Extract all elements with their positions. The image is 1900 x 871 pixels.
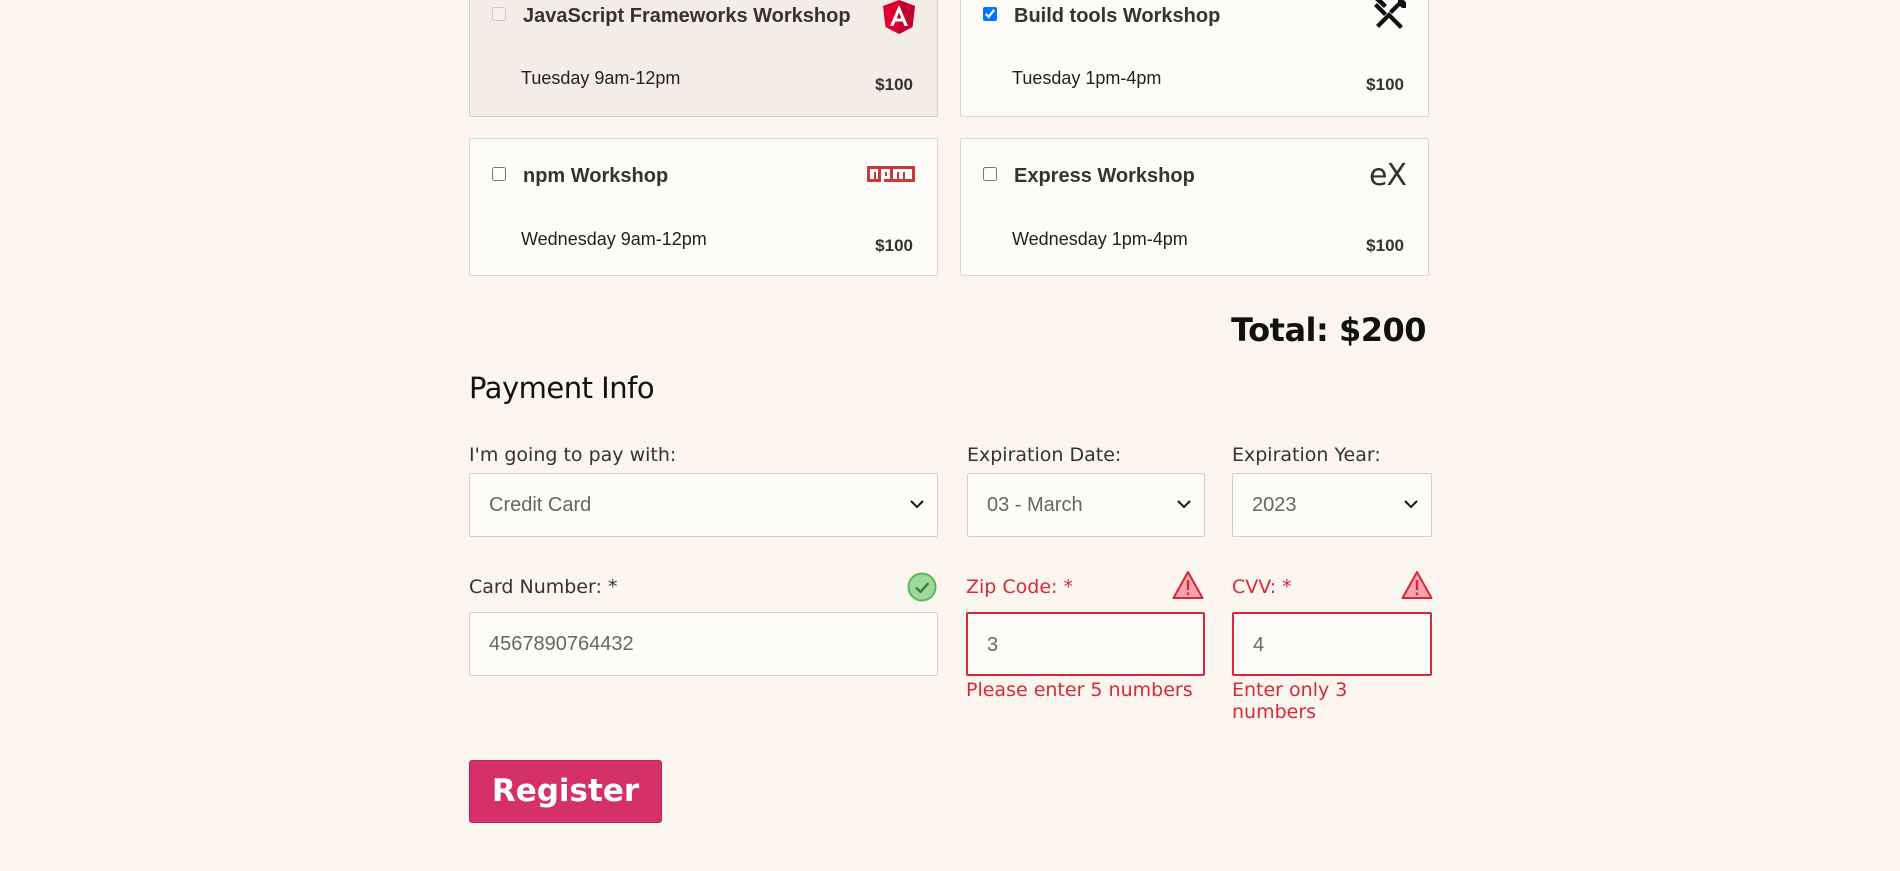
workshop-title: Build tools Workshop — [1014, 5, 1221, 27]
workshop-price: $100 — [875, 236, 913, 255]
chevron-down-icon — [1404, 500, 1418, 509]
workshop-price: $100 — [1366, 236, 1404, 255]
cvv-error: Enter only 3 numbers — [1232, 679, 1348, 723]
zip-code-error: Please enter 5 numbers — [966, 679, 1193, 701]
required-mark: * — [1063, 576, 1073, 598]
zip-code-label-text: Zip Code: — [966, 576, 1058, 598]
warning-icon — [1401, 570, 1433, 605]
zip-code-input[interactable]: 3 — [966, 612, 1205, 676]
workshop-card-express: Express Workshop eX Wednesday 1pm-4pm $1… — [960, 138, 1429, 276]
expiration-date-label: Expiration Date: — [967, 444, 1122, 466]
pay-with-label: I'm going to pay with: — [469, 444, 677, 466]
npm-icon — [867, 166, 915, 189]
cvv-value: 4 — [1253, 634, 1265, 656]
chevron-down-icon — [1177, 500, 1191, 509]
cvv-input[interactable]: 4 — [1232, 612, 1432, 676]
express-icon: eX — [1368, 158, 1407, 193]
expiration-date-select[interactable]: 03 - March — [967, 473, 1205, 537]
required-mark: * — [1282, 576, 1292, 598]
workshop-time: Tuesday 1pm-4pm — [1012, 68, 1162, 88]
zip-code-value: 3 — [987, 634, 999, 656]
workshop-card-js-frameworks: JavaScript Frameworks Workshop Tuesday 9… — [469, 0, 938, 117]
warning-icon — [1172, 570, 1204, 605]
workshop-title: Express Workshop — [1014, 165, 1195, 187]
payment-method-select[interactable]: Credit Card — [469, 473, 938, 537]
angular-icon — [883, 0, 915, 39]
card-number-input[interactable]: 4567890764432 — [469, 612, 938, 676]
payment-info-title: Payment Info — [469, 371, 655, 405]
workshop-checkbox-js-frameworks[interactable] — [492, 7, 506, 21]
workshop-title: JavaScript Frameworks Workshop — [523, 5, 851, 27]
workshop-list: JavaScript Frameworks Workshop Tuesday 9… — [469, 0, 1432, 280]
card-number-label: Card Number: * — [469, 576, 617, 598]
workshop-checkbox-build-tools[interactable] — [983, 7, 997, 21]
total-amount: Total: $200 — [1231, 311, 1426, 349]
payment-method-value: Credit Card — [489, 494, 592, 516]
register-button[interactable]: Register — [469, 760, 662, 823]
card-number-value: 4567890764432 — [489, 633, 634, 655]
build-tools-icon — [1374, 0, 1407, 35]
expiration-year-label: Expiration Year: — [1232, 444, 1381, 466]
zip-code-label: Zip Code: * — [966, 576, 1073, 598]
workshop-price: $100 — [1366, 75, 1404, 94]
check-circle-icon — [907, 572, 937, 607]
workshop-card-build-tools: Build tools Workshop Tuesday 1pm-4pm $10… — [960, 0, 1429, 117]
workshop-time: Wednesday 9am-12pm — [521, 229, 707, 249]
registration-form: JavaScript Frameworks Workshop Tuesday 9… — [469, 0, 1433, 823]
expiration-year-select[interactable]: 2023 — [1232, 473, 1432, 537]
workshop-checkbox-npm[interactable] — [492, 167, 506, 181]
expiration-date-value: 03 - March — [987, 494, 1083, 516]
cvv-label: CVV: * — [1232, 576, 1292, 598]
workshop-time: Wednesday 1pm-4pm — [1012, 229, 1188, 249]
workshop-card-npm: npm Workshop Wednesday 9am-12pm $100 — [469, 138, 938, 276]
card-number-label-text: Card Number: — [469, 576, 602, 598]
chevron-down-icon — [910, 500, 924, 509]
workshop-title: npm Workshop — [523, 165, 669, 187]
required-mark: * — [607, 576, 618, 598]
expiration-year-value: 2023 — [1252, 494, 1297, 516]
workshop-price: $100 — [875, 75, 913, 94]
workshop-time: Tuesday 9am-12pm — [521, 68, 681, 88]
cvv-label-text: CVV: — [1232, 576, 1277, 598]
workshop-checkbox-express[interactable] — [983, 167, 997, 181]
